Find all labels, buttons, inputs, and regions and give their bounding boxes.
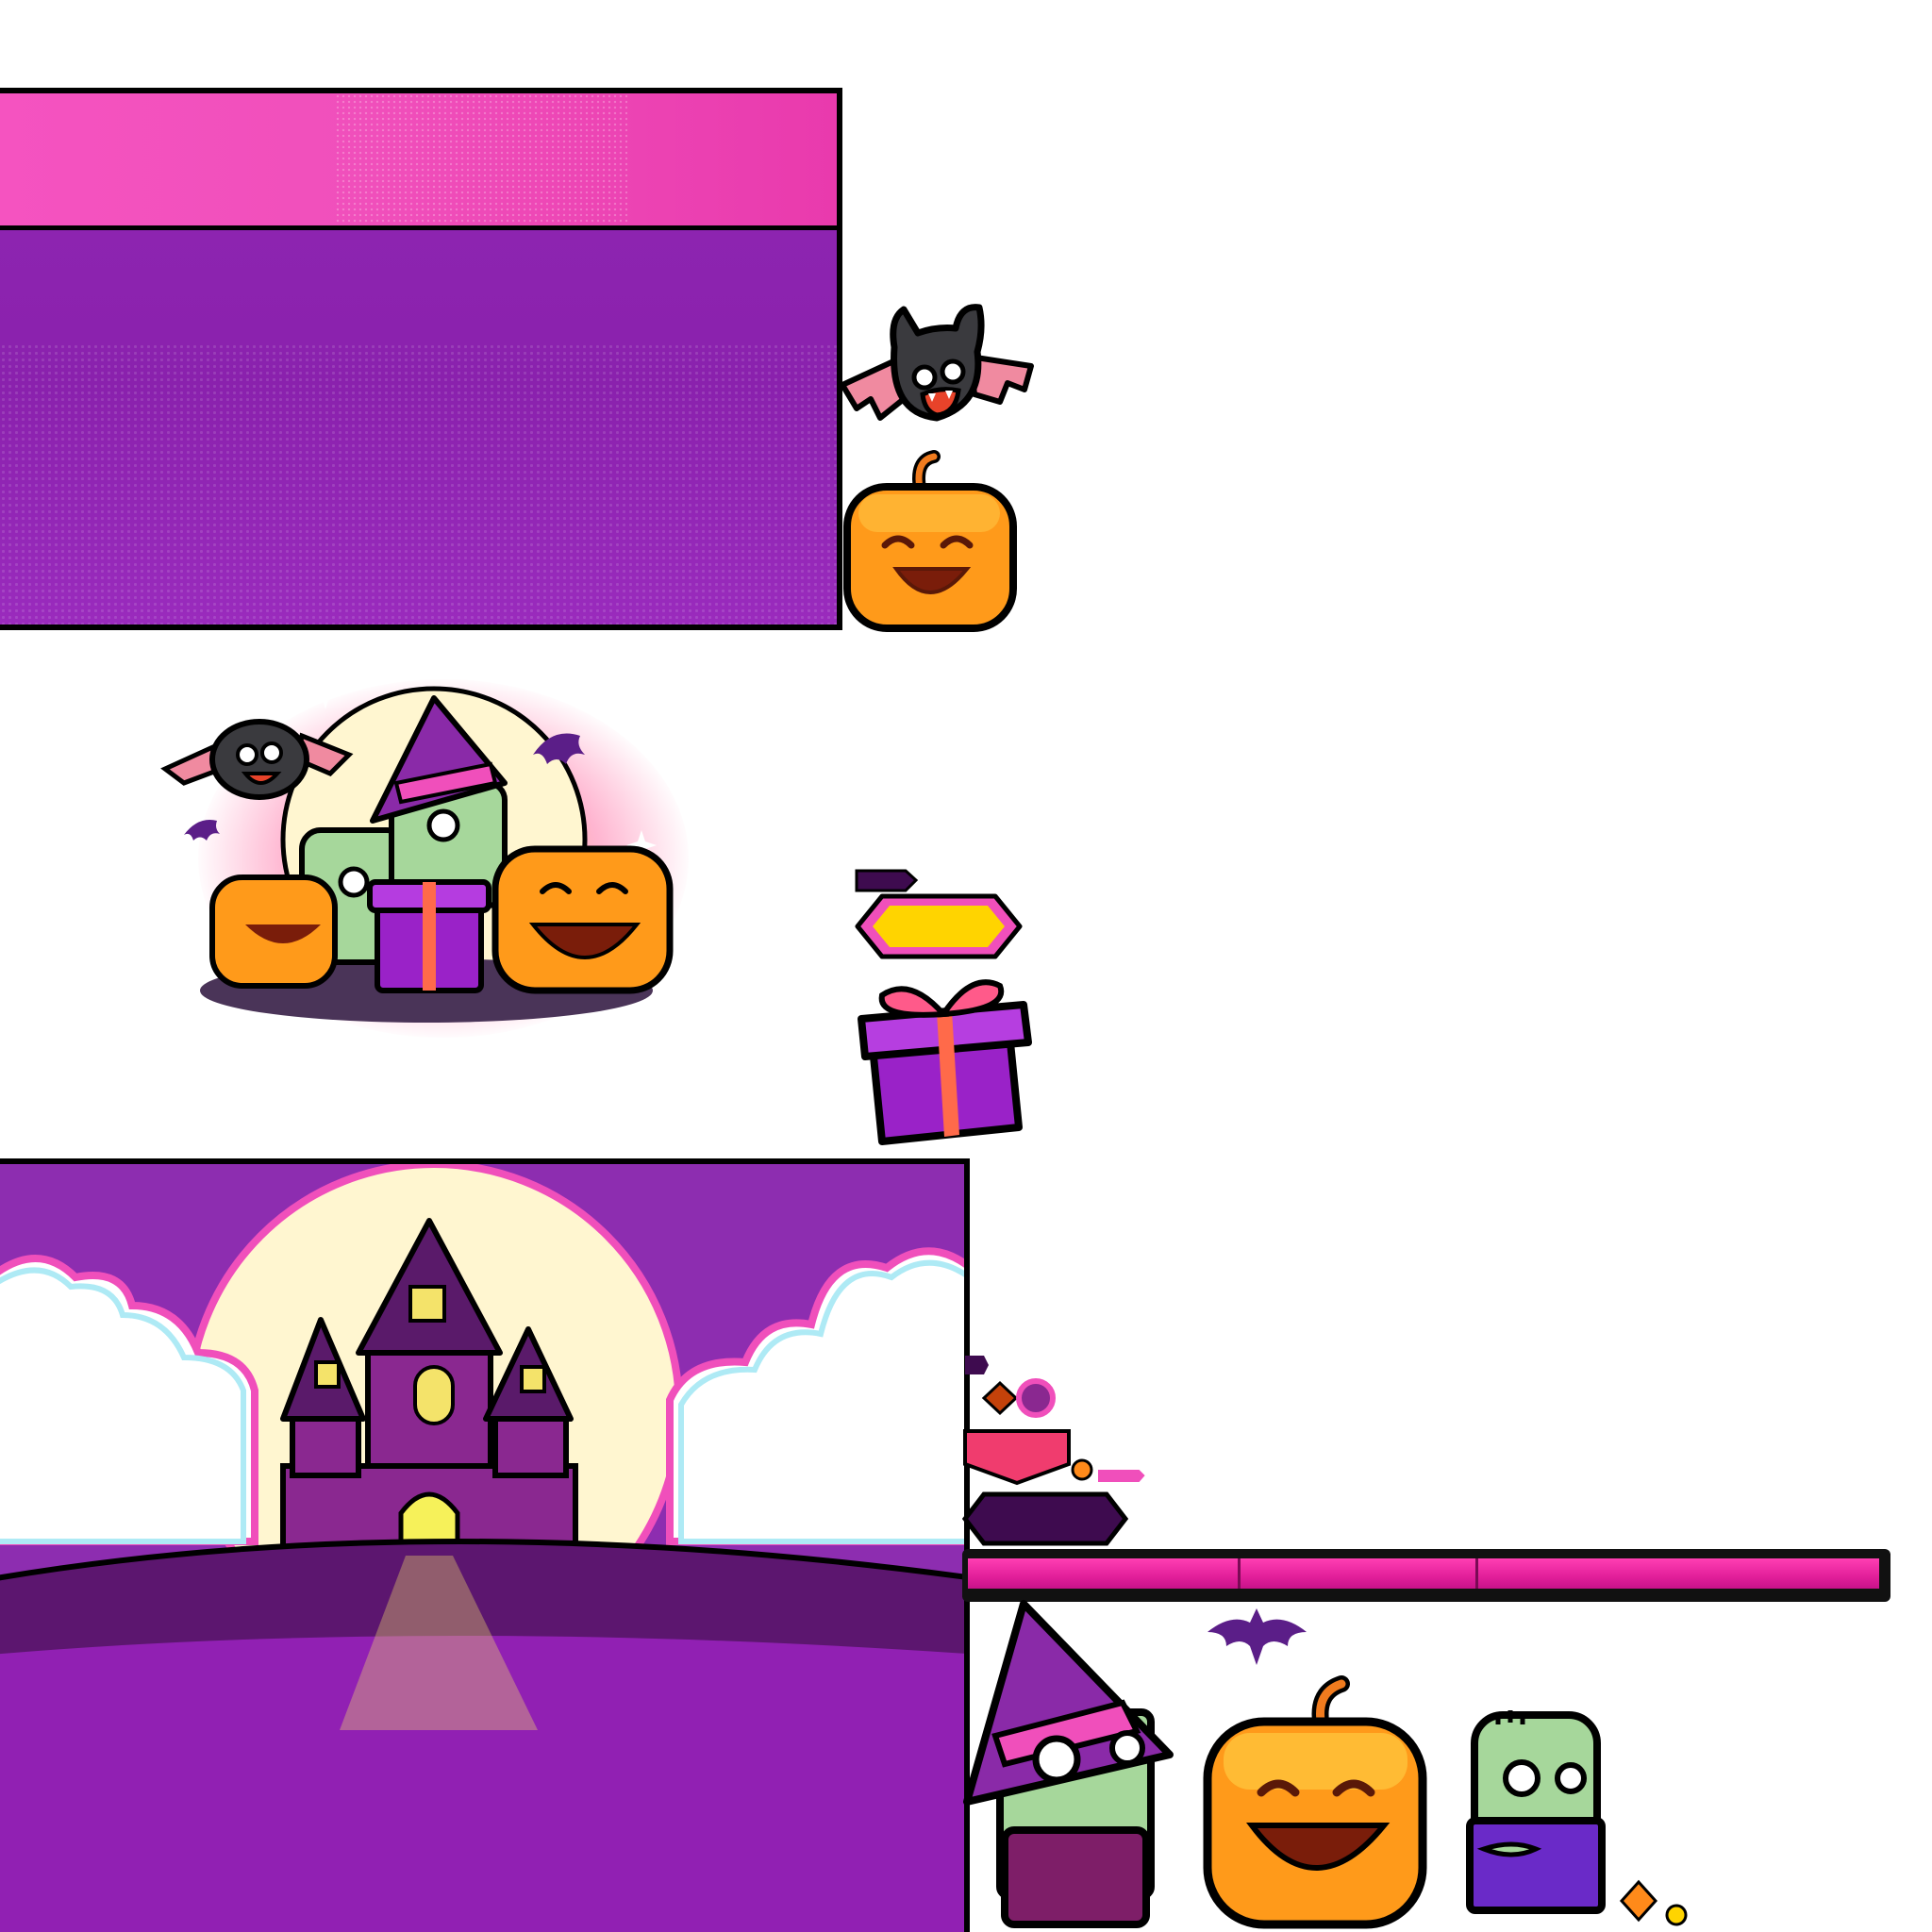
bat-silhouette-icon: [1203, 1604, 1311, 1670]
witch-icon: [962, 1599, 1203, 1929]
pumpkin-laughing-icon: [1200, 1674, 1431, 1929]
ui-fragments: [961, 1351, 1154, 1568]
panel-pink-purple: [0, 88, 842, 630]
dark-tag: [854, 866, 920, 894]
hex-label: [854, 892, 1024, 960]
panel-header: [0, 93, 837, 230]
halloween-group-illustration: [160, 641, 708, 1057]
pumpkin-icon: [840, 450, 1019, 632]
ui-fragments-small: [1619, 1873, 1705, 1929]
castle-scene: [0, 1158, 970, 1932]
pink-progress-bar: [962, 1549, 1890, 1602]
gift-icon: [854, 967, 1038, 1151]
bat-icon: [838, 300, 1036, 441]
panel-body: [0, 230, 837, 625]
zombie-icon: [1465, 1707, 1630, 1924]
